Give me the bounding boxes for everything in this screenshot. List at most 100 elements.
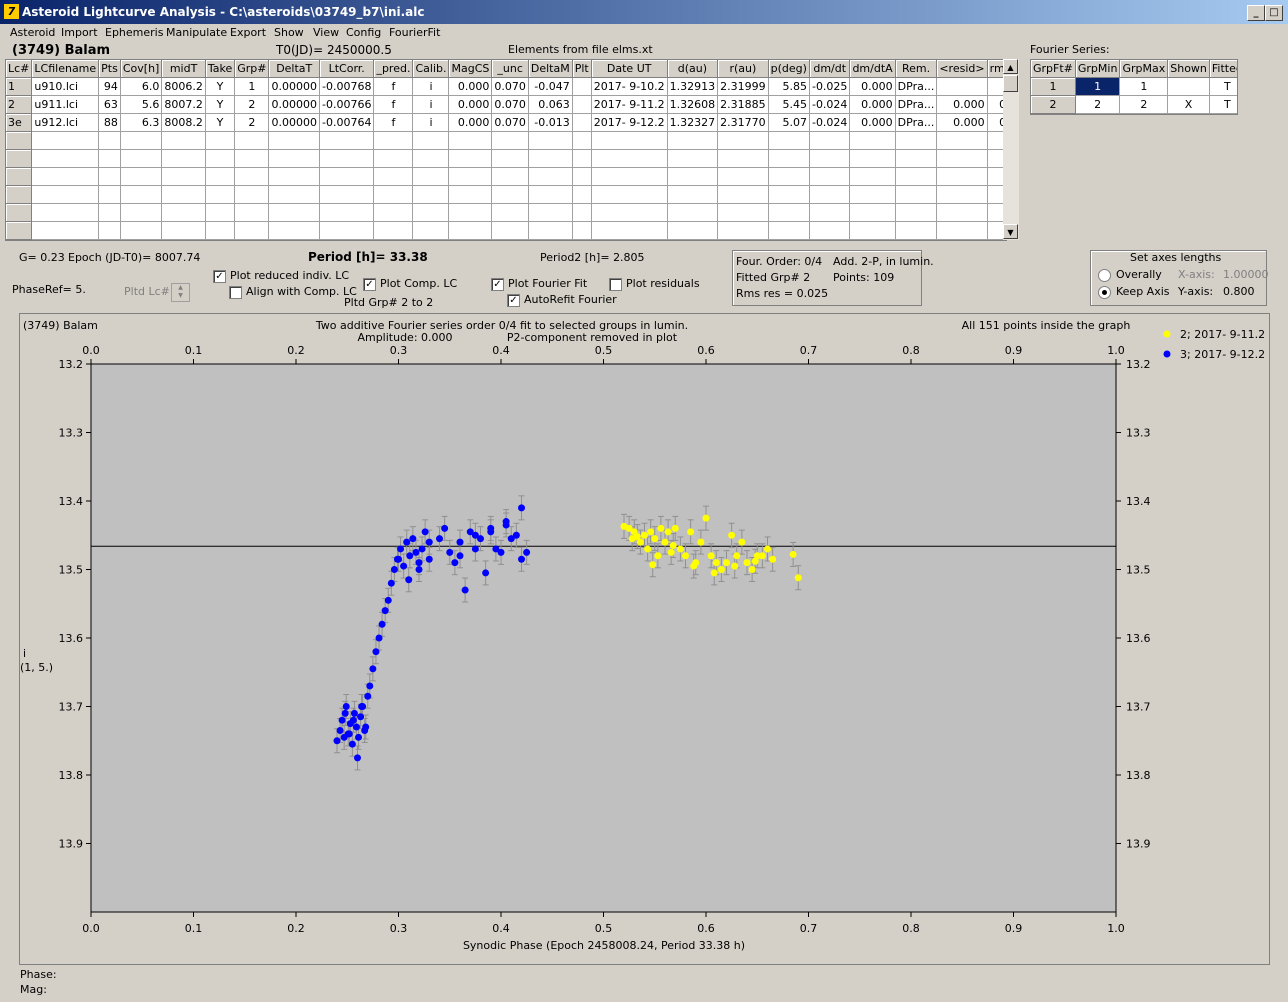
x-tick-label: 0.9 bbox=[1005, 922, 1023, 935]
data-point bbox=[425, 538, 433, 546]
data-point bbox=[644, 545, 652, 553]
y-tick-label: 13.8 bbox=[59, 769, 84, 782]
data-point bbox=[436, 535, 443, 543]
data-point bbox=[354, 754, 361, 762]
data-point bbox=[456, 552, 464, 560]
data-point bbox=[333, 737, 341, 745]
data-point bbox=[395, 555, 402, 563]
data-point bbox=[731, 562, 739, 570]
y-tick-label: 13.2 bbox=[59, 358, 84, 371]
data-point bbox=[702, 514, 710, 522]
data-point bbox=[738, 538, 746, 546]
data-point bbox=[687, 528, 695, 536]
data-point bbox=[355, 733, 363, 741]
data-point bbox=[710, 569, 718, 577]
data-point bbox=[412, 548, 420, 556]
data-point bbox=[628, 535, 636, 543]
data-point bbox=[387, 579, 395, 587]
x-tick-label: 0.2 bbox=[287, 922, 305, 935]
data-point bbox=[743, 559, 751, 567]
data-point bbox=[712, 559, 720, 567]
x-tick-label-top: 1.0 bbox=[1107, 344, 1125, 357]
x-axis-label: Synodic Phase (Epoch 2458008.24, Period … bbox=[463, 939, 745, 952]
x-tick-label-top: 0.6 bbox=[697, 344, 715, 357]
legend-label: 2; 2017- 9-11.2 bbox=[1180, 328, 1265, 341]
x-tick-label-top: 0.2 bbox=[287, 344, 305, 357]
data-point bbox=[723, 559, 730, 567]
lightcurve-plot[interactable]: (3749) Balam Two additive Fourier series… bbox=[0, 0, 1288, 1002]
data-point bbox=[366, 682, 374, 690]
data-point bbox=[794, 574, 802, 582]
data-point bbox=[697, 538, 705, 546]
data-point bbox=[518, 504, 525, 512]
data-point bbox=[372, 648, 380, 656]
data-point bbox=[748, 566, 756, 573]
data-point bbox=[384, 596, 392, 604]
data-point bbox=[647, 528, 655, 536]
y-tick-label-right: 13.6 bbox=[1126, 632, 1151, 645]
x-tick-label: 0.6 bbox=[697, 922, 715, 935]
data-point bbox=[651, 535, 659, 543]
data-point bbox=[482, 569, 490, 577]
data-point bbox=[446, 548, 454, 556]
y-tick-label-right: 13.3 bbox=[1126, 427, 1151, 440]
y-tick-label: 13.9 bbox=[59, 838, 84, 851]
plot-p2-note: P2-component removed in plot bbox=[507, 331, 678, 344]
plot-area bbox=[90, 363, 1117, 913]
data-point bbox=[461, 586, 469, 594]
data-point bbox=[397, 545, 405, 553]
x-tick-label: 0.8 bbox=[902, 922, 920, 935]
x-tick-label: 1.0 bbox=[1107, 922, 1125, 935]
x-tick-label-top: 0.0 bbox=[82, 344, 100, 357]
legend-marker bbox=[1163, 330, 1171, 338]
x-tick-label-top: 0.8 bbox=[902, 344, 920, 357]
data-point bbox=[362, 723, 370, 731]
data-point bbox=[352, 723, 360, 731]
data-point bbox=[641, 531, 648, 539]
x-tick-label: 0.4 bbox=[492, 922, 510, 935]
data-point bbox=[409, 535, 417, 543]
y-tick-label-right: 13.2 bbox=[1126, 358, 1151, 371]
data-point bbox=[707, 552, 715, 560]
data-point bbox=[369, 665, 377, 673]
data-point bbox=[671, 524, 679, 532]
data-point bbox=[406, 552, 414, 560]
x-tick-label: 0.7 bbox=[800, 922, 818, 935]
data-point bbox=[733, 552, 741, 560]
y-tick-label-right: 13.8 bbox=[1126, 769, 1151, 782]
x-tick-label-top: 0.1 bbox=[185, 344, 203, 357]
data-point bbox=[667, 548, 675, 556]
data-point bbox=[364, 692, 372, 700]
data-point bbox=[690, 562, 698, 570]
data-point bbox=[403, 538, 411, 546]
data-point bbox=[676, 545, 684, 553]
data-point bbox=[358, 703, 366, 710]
data-point bbox=[415, 559, 423, 567]
status-mag: Mag: bbox=[20, 983, 47, 996]
data-point bbox=[357, 713, 365, 721]
data-point bbox=[341, 709, 349, 717]
y-tick-label-right: 13.7 bbox=[1126, 701, 1151, 714]
x-tick-label-top: 0.9 bbox=[1005, 344, 1023, 357]
y-tick-label: 13.3 bbox=[59, 427, 84, 440]
data-point bbox=[471, 531, 479, 539]
data-point bbox=[717, 566, 725, 573]
y-tick-label: 13.6 bbox=[59, 632, 84, 645]
data-point bbox=[390, 566, 398, 573]
data-point bbox=[421, 528, 429, 536]
data-point bbox=[758, 552, 766, 560]
data-point bbox=[381, 607, 389, 615]
data-point bbox=[405, 576, 413, 584]
data-point bbox=[471, 545, 479, 553]
x-tick-label-top: 0.5 bbox=[595, 344, 613, 357]
x-tick-label-top: 0.3 bbox=[390, 344, 408, 357]
data-point bbox=[649, 561, 657, 569]
data-point bbox=[789, 550, 797, 558]
legend-label: 3; 2017- 9-12.2 bbox=[1180, 348, 1265, 361]
data-point bbox=[523, 548, 531, 556]
plot-points-inside: All 151 points inside the graph bbox=[962, 319, 1131, 332]
x-tick-label-top: 0.4 bbox=[492, 344, 510, 357]
data-point bbox=[669, 542, 677, 550]
data-point bbox=[728, 531, 736, 539]
data-point bbox=[338, 716, 346, 724]
